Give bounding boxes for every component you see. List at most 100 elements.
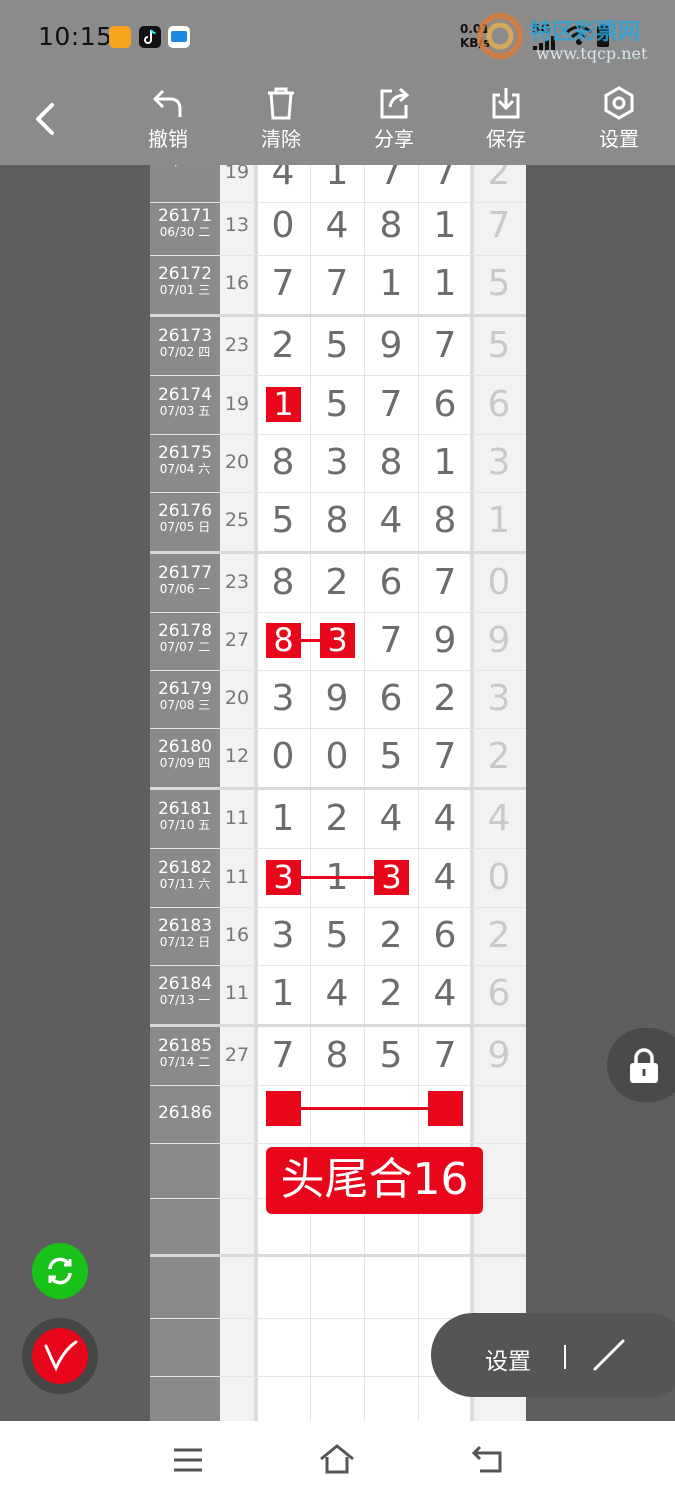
issue-cell: 26181 07/10 五 bbox=[150, 800, 220, 832]
digit-cell: 4 bbox=[433, 857, 457, 898]
video-app-icon bbox=[109, 26, 131, 48]
digit-cell: 4 bbox=[433, 973, 457, 1014]
save-button[interactable]: 保存 bbox=[466, 85, 546, 163]
table-row: 26185 07/14 二 27 7 8 5 7 9 bbox=[150, 1027, 526, 1085]
tail-cell: 3 bbox=[487, 442, 511, 483]
issue-date: 07/02 四 bbox=[159, 345, 211, 359]
issue-number: 26179 bbox=[157, 679, 213, 699]
save-label: 保存 bbox=[486, 127, 526, 151]
issue-cell: 06/29 一 bbox=[150, 165, 220, 168]
clear-button[interactable]: 清除 bbox=[241, 85, 321, 163]
table-row: 2617407/03 五1915766 bbox=[150, 376, 526, 434]
digit-cell: 3 bbox=[271, 915, 295, 956]
table-row: 26183 07/12 日 16 3 5 2 6 2 bbox=[150, 907, 526, 965]
group-divider bbox=[150, 1254, 526, 1257]
trend-chart-grid[interactable]: 06/29 一19417722617106/30 二13048172617207… bbox=[150, 165, 526, 1421]
digit-cell: 4 bbox=[379, 798, 403, 839]
floating-settings-label[interactable]: 设置 bbox=[485, 1342, 531, 1376]
status-bar: 10:15 0.01 KB/s 5G 特区彩票网 www.tqcp.net bbox=[0, 0, 675, 75]
trash-icon bbox=[268, 87, 294, 120]
digit-cell: 4 bbox=[379, 500, 403, 541]
digit-cell: 4 bbox=[325, 973, 349, 1014]
digit-cell: 1 bbox=[271, 798, 295, 839]
digit-cell: 7 bbox=[433, 325, 457, 366]
tail-cell: 3 bbox=[487, 678, 511, 719]
issue-number: 26171 bbox=[157, 206, 213, 226]
menu-icon[interactable] bbox=[172, 1447, 204, 1473]
table-row: 26179 07/08 三 20 3 9 6 2 3 bbox=[150, 670, 526, 728]
settings-button[interactable]: 设置 bbox=[579, 85, 659, 163]
issue-number: 26173 bbox=[157, 326, 213, 346]
tail-cell: 2 bbox=[487, 915, 511, 956]
digit-cell: 8 bbox=[271, 562, 295, 603]
connector-line bbox=[301, 639, 320, 642]
issue-number: 26177 bbox=[157, 563, 213, 583]
issue-cell: 26182 07/11 六 bbox=[150, 859, 220, 891]
sum-cell: 19 bbox=[224, 165, 250, 183]
refresh-button[interactable] bbox=[32, 1243, 88, 1299]
pen-tool-button[interactable] bbox=[32, 1328, 88, 1384]
lock-icon bbox=[630, 1048, 658, 1083]
highlighted-digit: 3 bbox=[374, 860, 409, 895]
tail-cell: 9 bbox=[487, 1035, 511, 1076]
tail-cell: 5 bbox=[487, 325, 511, 366]
issue-date: 07/12 日 bbox=[159, 935, 211, 949]
hexagon-settings-icon bbox=[604, 86, 634, 120]
issue-cell: 26176 07/05 日 bbox=[150, 502, 220, 534]
drawing-toolbar: 撤销 清除 分享 保存 设置 bbox=[0, 75, 675, 165]
sum-cell: 13 bbox=[224, 214, 250, 236]
back-nav-icon[interactable] bbox=[470, 1445, 504, 1475]
issue-date: 07/10 五 bbox=[159, 818, 211, 832]
issue-date: 06/29 一 bbox=[150, 165, 220, 168]
digit-cell: 3 bbox=[271, 678, 295, 719]
issue-number: 26182 bbox=[157, 858, 213, 878]
issue-cell: 26183 07/12 日 bbox=[150, 917, 220, 949]
watermark-logo-icon bbox=[477, 13, 523, 59]
digit-cell: 8 bbox=[271, 442, 295, 483]
digit-cell: 7 bbox=[271, 1035, 295, 1076]
back-button[interactable] bbox=[30, 101, 60, 137]
issue-cell: 26175 07/04 六 bbox=[150, 444, 220, 476]
pill-divider bbox=[564, 1345, 566, 1369]
floating-settings-pill[interactable]: 设置 bbox=[431, 1313, 675, 1397]
undo-label: 撤销 bbox=[148, 127, 188, 151]
undo-button[interactable]: 撤销 bbox=[128, 85, 208, 163]
issue-cell: 26172 07/01 三 bbox=[150, 265, 220, 297]
tail-cell: 7 bbox=[487, 205, 511, 246]
table-row: 26176 07/05 日 25 5 8 4 8 1 bbox=[150, 492, 526, 550]
digit-cell: 1 bbox=[433, 205, 457, 246]
sum-cell: 16 bbox=[224, 272, 250, 294]
digit-cell: 9 bbox=[325, 678, 349, 719]
share-button[interactable]: 分享 bbox=[354, 85, 434, 163]
table-row: 26173 07/02 四 23 2 5 9 7 5 bbox=[150, 317, 526, 375]
lock-button[interactable] bbox=[607, 1028, 675, 1102]
digit-cell: 8 bbox=[433, 500, 457, 541]
digit-cell: 8 bbox=[325, 500, 349, 541]
digit-cell: 6 bbox=[433, 915, 457, 956]
digit-cell: 7 bbox=[325, 263, 349, 304]
digit-cell: 2 bbox=[433, 678, 457, 719]
digit-cell: 6 bbox=[379, 678, 403, 719]
digit-cell: 5 bbox=[325, 384, 349, 425]
digit-cell: 7 bbox=[271, 263, 295, 304]
digit-cell: 7 bbox=[379, 620, 403, 661]
issue-cell: 26186 bbox=[150, 1104, 220, 1122]
digit-cell: 8 bbox=[379, 442, 403, 483]
issue-number: 26185 bbox=[157, 1036, 213, 1056]
home-icon[interactable] bbox=[318, 1443, 356, 1475]
issue-cell: 26174 07/03 五 bbox=[150, 386, 220, 418]
digit-cell: 2 bbox=[325, 798, 349, 839]
tail-cell: 5 bbox=[487, 263, 511, 304]
settings-label: 设置 bbox=[599, 127, 639, 151]
digit-cell: 1 bbox=[379, 263, 403, 304]
download-icon bbox=[492, 88, 520, 119]
digit-cell: 1 bbox=[433, 442, 457, 483]
issue-date: 07/07 二 bbox=[159, 640, 211, 654]
table-row: 26172 07/01 三 16 7 7 1 1 5 bbox=[150, 255, 526, 313]
issue-date: 07/05 日 bbox=[159, 520, 211, 534]
highlighted-digit: 3 bbox=[320, 623, 355, 658]
tiktok-icon bbox=[139, 26, 161, 48]
tail-cell: 6 bbox=[487, 384, 511, 425]
line-tool-icon[interactable] bbox=[591, 1337, 627, 1373]
digit-cell: 5 bbox=[325, 915, 349, 956]
